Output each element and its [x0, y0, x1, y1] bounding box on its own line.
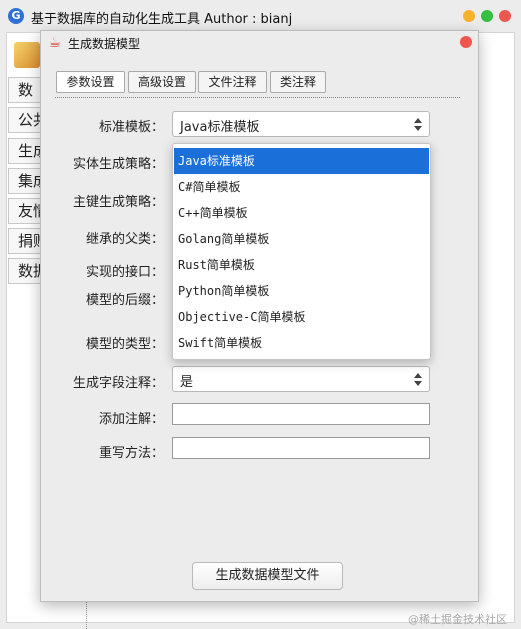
dialog-title: 生成数据模型 — [68, 37, 141, 51]
dropdown-option-swift[interactable]: Swift简单模板 — [174, 330, 429, 356]
up-down-arrow-icon — [411, 371, 425, 387]
tab-strip-divider — [55, 97, 460, 98]
watermark: @稀土掘金技术社区 — [408, 613, 507, 626]
up-down-arrow-icon — [411, 116, 425, 132]
app-logo-icon: G — [8, 8, 24, 24]
template-select-value: Java标准模板 — [180, 120, 260, 135]
interface-label: 实现的接口： — [85, 265, 164, 280]
template-dropdown-list: Java标准模板 C#简单模板 C++简单模板 Golang简单模板 Rust简… — [172, 143, 431, 360]
field-comment-select[interactable]: 是 — [172, 366, 430, 392]
parent-class-label: 继承的父类： — [85, 232, 164, 247]
dialog-close-button[interactable] — [460, 36, 472, 48]
suffix-label: 模型的后缀： — [85, 293, 164, 308]
dropdown-option-cpp[interactable]: C++简单模板 — [174, 200, 429, 226]
dropdown-option-csharp[interactable]: C#简单模板 — [174, 174, 429, 200]
template-label: 标准模板： — [98, 120, 164, 135]
window-title: 基于数据库的自动化生成工具 Author : bianj — [31, 12, 293, 27]
tab-class-comment[interactable]: 类注释 — [270, 71, 326, 93]
dropdown-option-objective-c[interactable]: Objective-C简单模板 — [174, 304, 429, 330]
coffee-cup-icon: ☕ — [48, 35, 62, 51]
field-comment-label: 生成字段注释： — [72, 376, 164, 391]
dropdown-option-python[interactable]: Python简单模板 — [174, 278, 429, 304]
nav-button-3[interactable]: 集成 — [8, 168, 44, 194]
override-label: 重写方法： — [98, 446, 164, 461]
divider — [86, 600, 87, 629]
nav-button-5[interactable]: 捐赠 — [8, 228, 44, 254]
minimize-button[interactable] — [463, 10, 475, 22]
nav-button-6[interactable]: 数据 — [8, 258, 44, 284]
tab-file-comment[interactable]: 文件注释 — [198, 71, 267, 93]
tab-parameters[interactable]: 参数设置 — [56, 71, 125, 93]
tab-advanced[interactable]: 高级设置 — [128, 71, 196, 93]
maximize-button[interactable] — [481, 10, 493, 22]
override-input[interactable] — [172, 437, 430, 459]
nav-button-0[interactable]: 数 — [8, 77, 44, 103]
main-titlebar: G 基于数据库的自动化生成工具 Author : bianj — [0, 0, 521, 32]
annotation-input[interactable] — [172, 403, 430, 425]
annotation-label: 添加注解： — [98, 412, 164, 427]
nav-button-1[interactable]: 公共 — [8, 107, 44, 133]
dropdown-option-golang[interactable]: Golang简单模板 — [174, 226, 429, 252]
generate-model-dialog: ☕ 生成数据模型 参数设置 高级设置 文件注释 类注释 标准模板： Java标准… — [40, 30, 479, 602]
dropdown-option-rust[interactable]: Rust简单模板 — [174, 252, 429, 278]
close-button[interactable] — [499, 10, 511, 22]
tool-icon[interactable] — [14, 42, 40, 68]
pk-strategy-label: 主键生成策略： — [72, 195, 164, 210]
field-comment-select-value: 是 — [180, 375, 194, 390]
nav-button-2[interactable]: 生成 — [8, 138, 44, 164]
template-select[interactable]: Java标准模板 — [172, 111, 430, 137]
model-type-label: 模型的类型： — [85, 337, 164, 352]
nav-button-4[interactable]: 友情 — [8, 198, 44, 224]
dialog-titlebar: ☕ 生成数据模型 — [41, 31, 478, 55]
dropdown-option-java[interactable]: Java标准模板 — [174, 148, 429, 174]
entity-strategy-label: 实体生成策略： — [72, 157, 164, 172]
generate-model-file-button[interactable]: 生成数据模型文件 — [192, 562, 343, 590]
